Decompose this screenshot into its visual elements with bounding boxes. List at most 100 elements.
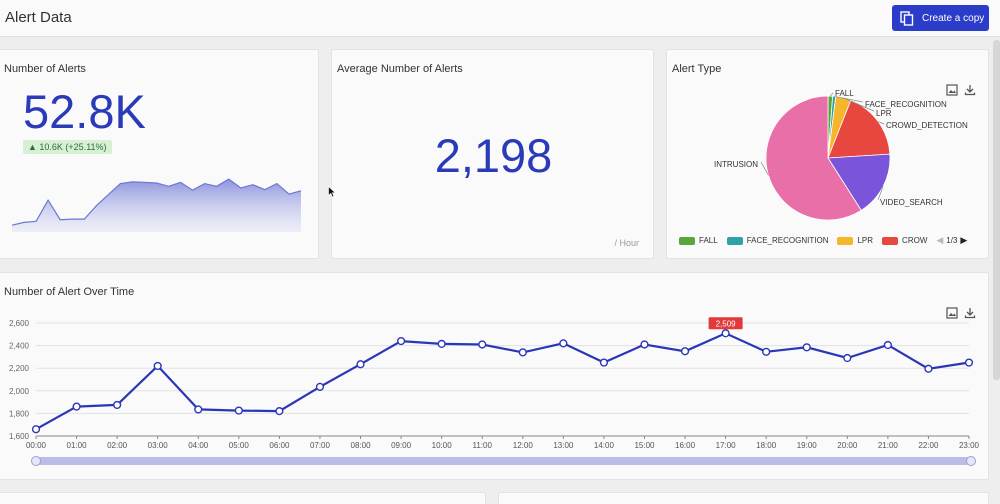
data-point bbox=[640, 340, 649, 349]
x-tick-label: 18:00 bbox=[756, 441, 777, 450]
legend-next-icon[interactable]: ▶ bbox=[960, 235, 967, 246]
data-point bbox=[72, 402, 81, 411]
legend-label: FALL bbox=[699, 236, 718, 245]
data-point bbox=[843, 353, 852, 363]
pie-legend: FALL FACE_RECOGNITION LPR CROW ◀ 1/3 ▶ bbox=[679, 235, 967, 246]
zoom-handle-start[interactable] bbox=[31, 456, 41, 466]
alerts-total-value: 52.8K bbox=[23, 85, 146, 138]
legend-swatch bbox=[882, 236, 899, 245]
x-tick-label: 08:00 bbox=[351, 441, 372, 450]
alert-type-card: Alert Type FALL FACE_RECOGNITION LPR CROWD_… bbox=[666, 49, 989, 259]
create-copy-button[interactable]: Create a copy bbox=[892, 5, 989, 31]
y-tick-label: 1,600 bbox=[9, 432, 30, 441]
x-tick-label: 21:00 bbox=[878, 441, 899, 450]
card-title: Average Number of Alerts bbox=[337, 63, 463, 75]
legend-swatch bbox=[837, 236, 854, 245]
data-point bbox=[518, 348, 527, 357]
data-point bbox=[356, 360, 365, 369]
x-tick-label: 02:00 bbox=[107, 441, 128, 450]
legend-swatch bbox=[679, 236, 695, 245]
data-point bbox=[762, 347, 771, 356]
data-point bbox=[802, 343, 811, 352]
x-tick-label: 03:00 bbox=[148, 441, 169, 450]
card-title: Number of Alerts bbox=[4, 63, 86, 75]
top-bar: Alert Data Create a copy bbox=[0, 0, 1000, 37]
x-tick-label: 01:00 bbox=[67, 441, 88, 450]
pie-label: LPR bbox=[876, 109, 892, 118]
x-tick-label: 06:00 bbox=[269, 441, 290, 450]
create-copy-label: Create a copy bbox=[922, 12, 985, 24]
data-point bbox=[234, 406, 243, 415]
average-unit-label: / Hour bbox=[614, 238, 639, 248]
x-tick-label: 11:00 bbox=[472, 441, 492, 450]
y-tick-label: 1,800 bbox=[9, 409, 30, 418]
x-tick-label: 14:00 bbox=[594, 441, 615, 450]
legend-label: CROW bbox=[902, 236, 928, 245]
x-tick-label: 07:00 bbox=[310, 441, 331, 450]
average-alerts-value: 2,198 bbox=[434, 129, 553, 182]
pie-label: INTRUSION bbox=[714, 160, 758, 169]
legend-item-crowd[interactable]: CROW bbox=[882, 236, 927, 245]
y-tick-label: 2,600 bbox=[9, 319, 30, 328]
data-point bbox=[721, 329, 730, 338]
legend-swatch bbox=[726, 236, 743, 245]
y-tick-label: 2,200 bbox=[9, 364, 30, 373]
data-point bbox=[680, 347, 690, 356]
pie-label-line bbox=[830, 92, 834, 97]
x-tick-label: 00:00 bbox=[26, 441, 47, 450]
zoom-handle-end[interactable] bbox=[966, 456, 976, 466]
data-point bbox=[113, 400, 122, 410]
legend-prev-icon[interactable]: ◀ bbox=[936, 235, 943, 246]
data-point bbox=[275, 407, 284, 416]
data-point bbox=[31, 425, 41, 434]
x-tick-label: 09:00 bbox=[391, 441, 412, 450]
data-point bbox=[437, 339, 446, 349]
alerts-over-time-chart: 1,600 1,800 2,000 2,200 2,400 2,600 00:00 01:00… bbox=[9, 317, 980, 466]
data-point bbox=[396, 336, 406, 346]
peak-tooltip-value: 2,509 bbox=[716, 319, 737, 328]
alert-type-pie-chart: FALL FACE_RECOGNITIONLPR CROWD_DETECTION VI… bbox=[714, 89, 968, 221]
bottom-right-card bbox=[498, 492, 989, 504]
x-tick-label: 23:00 bbox=[959, 441, 980, 450]
x-tick-label: 12:00 bbox=[513, 441, 534, 450]
x-tick-label: 20:00 bbox=[837, 441, 858, 450]
x-tick-label: 13:00 bbox=[553, 441, 574, 450]
mouse-cursor-icon bbox=[328, 186, 336, 198]
x-tick-label: 15:00 bbox=[634, 441, 655, 450]
copy-icon bbox=[900, 10, 914, 26]
data-point bbox=[964, 358, 974, 367]
pie-label: CROWD_DETECTION bbox=[886, 121, 968, 130]
x-tick-label: 04:00 bbox=[188, 441, 209, 450]
data-point bbox=[194, 405, 203, 414]
legend-pager: ◀ 1/3 ▶ bbox=[936, 235, 967, 246]
data-point bbox=[924, 364, 933, 373]
data-point bbox=[559, 339, 568, 348]
page-scrollbar[interactable] bbox=[993, 40, 1000, 380]
legend-item-face-recognition[interactable]: FACE_RECOGNITION bbox=[726, 236, 829, 245]
y-tick-label: 2,400 bbox=[9, 342, 30, 351]
bottom-left-card bbox=[0, 492, 486, 504]
x-tick-label: 16:00 bbox=[675, 441, 696, 450]
legend-item-lpr[interactable]: LPR bbox=[837, 236, 873, 245]
alerts-over-time-card: Number of Alert Over Time 1,600 1,800 2,00… bbox=[0, 272, 989, 480]
average-alerts-card: Average Number of Alerts 2,198 / Hour bbox=[331, 49, 654, 259]
data-point bbox=[883, 340, 892, 350]
series-line bbox=[35, 332, 970, 431]
data-point bbox=[315, 382, 325, 391]
zoom-slider-track bbox=[36, 457, 971, 465]
legend-label: FACE_RECOGNITION bbox=[746, 236, 829, 245]
x-tick-label: 10:00 bbox=[432, 441, 453, 450]
pie-label: VIDEO_SEARCH bbox=[880, 198, 943, 207]
data-point bbox=[153, 361, 162, 371]
x-tick-label: 22:00 bbox=[918, 441, 939, 450]
alerts-delta-badge: ▲ 10.6K (+25.11%) bbox=[23, 140, 112, 154]
x-tick-label: 19:00 bbox=[797, 441, 818, 450]
alerts-sparkline bbox=[11, 178, 302, 232]
data-point bbox=[599, 358, 609, 367]
data-point bbox=[478, 340, 487, 349]
pie-label: FALL bbox=[835, 89, 854, 98]
x-tick-label: 17:00 bbox=[716, 441, 737, 450]
number-of-alerts-card: Number of Alerts 52.8K ▲ 10.6K (+25.11%) bbox=[0, 49, 319, 259]
legend-item-fall[interactable]: FALL bbox=[679, 236, 718, 245]
legend-page-indicator: 1/3 bbox=[946, 236, 958, 245]
